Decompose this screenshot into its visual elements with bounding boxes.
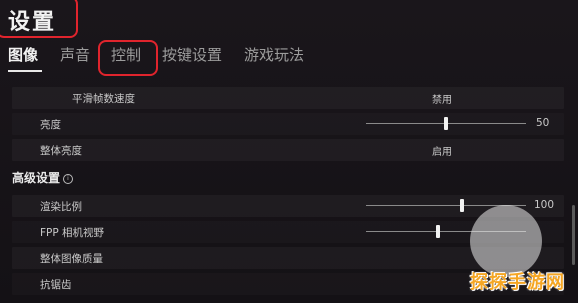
settings-tabs: 图像 声音 控制 按键设置 游戏玩法 [0, 40, 578, 72]
setting-label: 整体亮度 [40, 145, 82, 157]
render-scale-slider-thumb[interactable] [460, 199, 464, 212]
brightness-value: 50 [536, 117, 550, 129]
watermark-text: 探探手游网 [470, 272, 565, 293]
setting-value[interactable]: 禁用 [432, 91, 452, 106]
setting-label: 整体图像质量 [40, 253, 103, 265]
advanced-settings-heading: 高级设置 i [12, 169, 74, 186]
page-title: 设置 [8, 10, 57, 35]
tab-gameplay[interactable]: 游戏玩法 [244, 44, 304, 65]
setting-value[interactable]: 启用 [432, 143, 452, 158]
setting-row-overall-brightness[interactable]: 整体亮度 启用 [12, 139, 564, 161]
tab-keybindings[interactable]: 按键设置 [162, 44, 222, 65]
active-tab-underline [8, 70, 42, 72]
render-scale-value: 100 [534, 199, 555, 211]
setting-label: 渲染比例 [40, 201, 82, 213]
setting-label: 平滑帧数速度 [72, 93, 135, 105]
control-tab-highlight-box [98, 40, 158, 76]
tab-graphics[interactable]: 图像 [8, 44, 38, 65]
info-icon[interactable]: i [63, 173, 74, 184]
tab-sound[interactable]: 声音 [60, 44, 90, 65]
watermark-logo [470, 205, 542, 277]
setting-label: FPP 相机视野 [40, 227, 105, 239]
brightness-slider-thumb[interactable] [444, 117, 448, 130]
setting-label: 抗锯齿 [40, 279, 72, 291]
scrollbar[interactable] [572, 205, 575, 265]
setting-label: 亮度 [40, 119, 61, 131]
settings-screen: 设置 图像 声音 控制 按键设置 游戏玩法 平滑帧数速度 禁用 亮度 50 整体… [0, 0, 578, 303]
fov-slider-thumb[interactable] [436, 225, 440, 238]
advanced-settings-label: 高级设置 [12, 171, 61, 185]
setting-row-smooth-fps[interactable]: 平滑帧数速度 禁用 [12, 87, 564, 109]
setting-row-brightness[interactable]: 亮度 50 [12, 113, 564, 135]
